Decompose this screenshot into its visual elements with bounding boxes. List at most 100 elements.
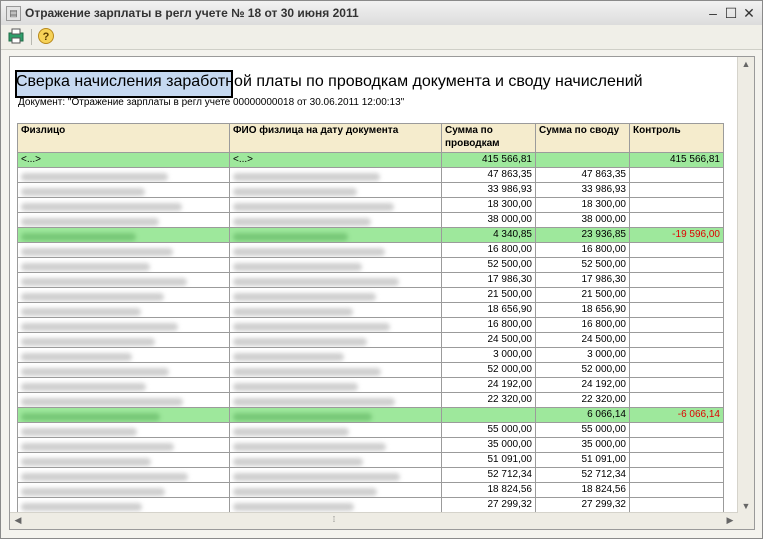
amount-summary-cell: 18 824,56: [535, 482, 630, 498]
amount-postings-cell: 16 800,00: [441, 242, 536, 258]
amount-postings-cell: 33 986,93: [441, 182, 536, 198]
maximize-icon[interactable]: ☐: [722, 4, 740, 22]
control-cell: [629, 482, 724, 498]
amount-postings-cell: 52 000,00: [441, 362, 536, 378]
redacted-text: [233, 367, 381, 376]
toolbar-separator: [31, 29, 32, 45]
redacted-name-cell: [229, 347, 442, 363]
control-cell: -19 596,00: [629, 227, 724, 243]
document-icon: ▤: [6, 6, 21, 21]
redacted-text: [21, 262, 150, 271]
redacted-name-cell: [17, 257, 230, 273]
column-header: ФИО физлица на дату документа: [229, 123, 442, 153]
redacted-text: [233, 172, 380, 181]
amount-postings-cell: 52 712,34: [441, 467, 536, 483]
minimize-icon[interactable]: –: [704, 4, 722, 22]
table-row: 17 986,30 17 986,30: [17, 272, 724, 288]
redacted-text: [21, 322, 178, 331]
amount-summary-cell: 52 500,00: [535, 257, 630, 273]
table-row: 18 656,90 18 656,90: [17, 302, 724, 318]
redacted-name-cell: [229, 227, 442, 243]
amount-postings-cell: 27 299,32: [441, 497, 536, 513]
column-header: Контроль: [629, 123, 724, 153]
redacted-name-cell: [229, 437, 442, 453]
redacted-text: [21, 217, 159, 226]
title-bar[interactable]: ▤ Отражение зарплаты в регл учете № 18 о…: [1, 1, 762, 26]
scroll-down-icon[interactable]: ▼: [738, 501, 754, 511]
redacted-text: [21, 187, 145, 196]
amount-summary-cell: 27 299,32: [535, 497, 630, 513]
redacted-text: [233, 412, 372, 421]
amount-summary-cell: 24 192,00: [535, 377, 630, 393]
spreadsheet-document[interactable]: Сверка начисления заработной платы по пр…: [9, 56, 755, 530]
table-row: 51 091,00 51 091,00: [17, 452, 724, 468]
table-row: 27 299,32 27 299,32: [17, 497, 724, 513]
redacted-name-cell: [17, 332, 230, 348]
redacted-name-cell: [229, 317, 442, 333]
close-icon[interactable]: ✕: [740, 4, 758, 22]
toolbar: ?: [1, 25, 762, 50]
table-row: 21 500,00 21 500,00: [17, 287, 724, 303]
print-icon[interactable]: [7, 27, 25, 45]
redacted-name-cell: [229, 212, 442, 228]
redacted-text: [233, 232, 348, 241]
table-row: 24 500,00 24 500,00: [17, 332, 724, 348]
amount-summary-cell: 6 066,14: [535, 407, 630, 423]
redacted-text: [21, 172, 168, 181]
scroll-thumb-grip-icon[interactable]: ⁞: [326, 515, 342, 524]
amount-postings-cell: 3 000,00: [441, 347, 536, 363]
amount-postings-cell: 18 300,00: [441, 197, 536, 213]
name-cell: <...>: [17, 152, 230, 168]
redacted-name-cell: [229, 377, 442, 393]
redacted-name-cell: [17, 362, 230, 378]
table-row: 52 712,34 52 712,34: [17, 467, 724, 483]
amount-summary-cell: 16 800,00: [535, 242, 630, 258]
redacted-name-cell: [17, 212, 230, 228]
redacted-text: [21, 277, 187, 286]
amount-summary-cell: 18 656,90: [535, 302, 630, 318]
redacted-text: [233, 382, 358, 391]
redacted-name-cell: [17, 227, 230, 243]
table-row: 24 192,00 24 192,00: [17, 377, 724, 393]
table-row: 16 800,00 16 800,00: [17, 317, 724, 333]
redacted-text: [21, 232, 136, 241]
column-header: Сумма по проводкам: [441, 123, 536, 153]
redacted-text: [21, 442, 174, 451]
amount-postings-cell: 21 500,00: [441, 287, 536, 303]
amount-postings-cell: 55 000,00: [441, 422, 536, 438]
redacted-name-cell: [17, 392, 230, 408]
control-cell: [629, 302, 724, 318]
amount-postings-cell: 24 192,00: [441, 377, 536, 393]
redacted-text: [233, 247, 385, 256]
redacted-text: [233, 472, 400, 481]
control-cell: [629, 242, 724, 258]
redacted-name-cell: [229, 167, 442, 183]
control-cell: [629, 317, 724, 333]
redacted-name-cell: [229, 182, 442, 198]
scroll-up-icon[interactable]: ▲: [738, 59, 754, 69]
vertical-scrollbar[interactable]: ▲ ▼: [737, 57, 754, 513]
redacted-text: [21, 382, 146, 391]
redacted-name-cell: [17, 377, 230, 393]
reconciliation-table: Физлицо ФИО физлица на дату документа Су…: [17, 123, 724, 513]
table-row: 35 000,00 35 000,00: [17, 437, 724, 453]
redacted-name-cell: [229, 272, 442, 288]
redacted-name-cell: [229, 287, 442, 303]
name-cell: <...>: [229, 152, 442, 168]
scroll-right-icon[interactable]: ▶: [722, 515, 738, 526]
redacted-text: [233, 337, 367, 346]
redacted-text: [21, 337, 155, 346]
scroll-left-icon[interactable]: ◀: [10, 515, 26, 526]
amount-summary-cell: 16 800,00: [535, 317, 630, 333]
redacted-name-cell: [17, 167, 230, 183]
table-row: 18 300,00 18 300,00: [17, 197, 724, 213]
control-cell: [629, 497, 724, 513]
amount-summary-cell: 23 936,85: [535, 227, 630, 243]
redacted-name-cell: [17, 497, 230, 513]
redacted-text: [21, 202, 182, 211]
amount-postings-cell: 4 340,85: [441, 227, 536, 243]
amount-summary-cell: 35 000,00: [535, 437, 630, 453]
horizontal-scrollbar[interactable]: ◀ ⁞ ▶: [10, 512, 738, 529]
control-cell: -6 066,14: [629, 407, 724, 423]
help-icon[interactable]: ?: [37, 27, 55, 45]
